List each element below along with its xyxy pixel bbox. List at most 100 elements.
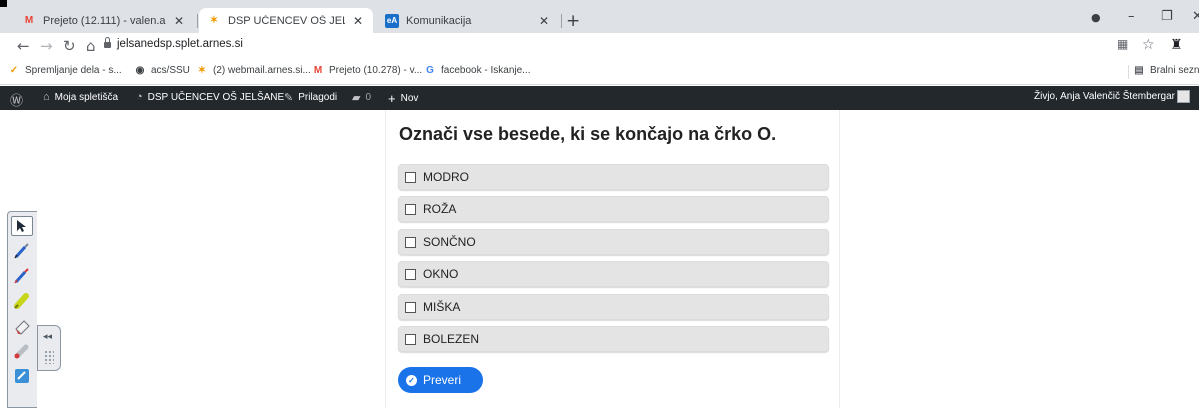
site-name-menu[interactable]: ◔ DSP UČENCEV OŠ JELŠANE [136,91,284,103]
bookmark-star-icon[interactable]: ☆ [1142,37,1155,53]
bookmark-item[interactable]: ◉ acs/SSU [134,65,190,76]
star-logo-icon: ✶ [209,15,219,26]
bookmark-item[interactable]: M Prejeto (10.278) - v... [312,65,422,76]
ea-logo-icon: eA [385,13,399,28]
check-circle-icon: ✓ [406,374,417,386]
qr-code-icon[interactable]: ▦ [1117,37,1128,51]
bookmark-label: (2) webmail.arnes.si... [213,65,311,76]
quiz-option-miska[interactable]: MIŠKA [398,294,829,320]
tab-title: Komunikacija [406,14,472,27]
bookmark-label: acs/SSU [151,65,190,76]
site-name-label: DSP UČENCEV OŠ JELŠANE [147,91,285,103]
quiz-question: Označi vse besede, ki se končajo na črko… [399,124,777,144]
my-sites-label: Moja spletišča [54,91,119,103]
tab-komunikacija[interactable]: eA Komunikacija ✕ [377,8,559,33]
tab-gmail[interactable]: M Prejeto (12.111) - valen.anja@gm ✕ [14,8,194,33]
checkmark-icon: ✓ [9,65,19,76]
quiz-option-soncno[interactable]: SONČNO [398,229,829,255]
reading-list-icon: ▤ [1134,65,1144,76]
gmail-icon: M [24,15,34,26]
brush-icon: ✎ [284,92,294,104]
minimize-icon[interactable]: – [1128,9,1135,24]
reading-list-button[interactable]: ▤ Bralni sezna [1133,65,1199,76]
magic-pen-tool-icon[interactable] [11,341,33,361]
new-label: Nov [400,93,419,104]
grip-icon [44,350,54,364]
tab-title: Prejeto (12.111) - valen.anja@gm [43,14,166,27]
extension-icon[interactable]: ♜ [1170,37,1183,53]
collapse-arrow-icon: ◂◂ [43,332,53,342]
back-icon[interactable]: ← [17,37,30,55]
lock-icon [104,37,111,49]
quiz-option-bolezen[interactable]: BOLEZEN [398,326,829,352]
account-menu[interactable]: Živjo, Anja Valenčič Štembergar [1034,91,1175,102]
google-icon: G [426,65,434,76]
quiz-option-roza[interactable]: ROŽA [398,196,829,222]
restore-icon[interactable]: ❐ [1161,9,1173,24]
reload-icon[interactable]: ↻ [63,37,76,55]
customize-label: Prilagodi [298,92,338,103]
globe-icon: ◉ [135,65,145,76]
window-close-icon[interactable]: ✕ [1192,9,1199,24]
my-sites-menu[interactable]: ⌂ Moja spletišča [43,91,118,103]
avatar[interactable] [1177,90,1190,103]
comment-icon: ▰ [352,92,361,104]
sites-icon: ⌂ [43,91,50,103]
forward-icon[interactable]: → [40,37,53,55]
profile-icon[interactable]: ● [1091,11,1101,24]
checkbox[interactable] [405,301,416,313]
quiz-option-okno[interactable]: OKNO [398,261,829,287]
dashboard-icon: ◔ [136,91,143,103]
notebook-tool-icon[interactable] [11,366,33,386]
address-field[interactable]: jelsanedsp.splet.arnes.si [117,38,243,50]
quiz-option-modro[interactable]: MODRO [398,164,829,190]
close-icon[interactable]: ✕ [172,14,186,28]
check-answers-button[interactable]: ✓ Preveri [398,367,483,393]
checkbox[interactable] [405,236,416,248]
palette-collapse-handle[interactable]: ◂◂ [37,325,61,371]
pen-blue-tool-icon[interactable] [11,241,33,261]
close-icon[interactable]: ✕ [537,14,551,28]
checkbox[interactable] [405,171,416,183]
tab-dsp[interactable]: ✶ DSP UČENCEV OŠ JELŠANE ✕ [199,8,373,33]
checkbox[interactable] [405,333,416,345]
option-label: ROŽA [423,202,457,216]
new-content-menu[interactable]: + Nov [388,91,418,106]
bookmark-label: Spremljanje dela - s... [25,65,122,76]
content-column [385,110,840,408]
customize-link[interactable]: ✎ Prilagodi [284,91,337,104]
tab-separator [197,14,198,28]
new-tab-button[interactable]: + [566,11,580,31]
wordpress-logo-icon[interactable]: Ⓦ [10,90,28,109]
pen-red-tool-icon[interactable] [11,266,33,286]
bookmark-item[interactable]: ✶ (2) webmail.arnes.si... [196,65,311,76]
wp-admin-bar: Ⓦ ⌂ Moja spletišča ◔ DSP UČENCEV OŠ JELŠ… [0,86,1199,110]
option-label: OKNO [423,267,459,281]
bookmarks-bar: ✓ Spremljanje dela - s... ◉ acs/SSU ✶ (2… [0,60,1199,85]
bookmark-item[interactable]: G facebook - Iskanje... [424,65,530,76]
highlighter-tool-icon[interactable] [11,291,33,311]
check-label: Preveri [423,373,462,387]
bookmark-separator [1128,65,1129,79]
bookmark-item[interactable]: ✓ Spremljanje dela - s... [8,65,122,76]
select-tool-icon[interactable] [11,216,33,236]
eraser-tool-icon[interactable] [11,316,33,336]
option-label: MIŠKA [423,300,461,314]
screen-corner [0,0,7,7]
screen-left-edge [0,211,7,408]
tab-strip: M Prejeto (12.111) - valen.anja@gm ✕ ✶ D… [0,0,1199,33]
option-label: MODRO [423,170,469,184]
gmail-icon: M [313,65,323,76]
reading-list-label: Bralni sezna [1150,65,1199,76]
plus-icon: + [388,91,396,106]
option-label: SONČNO [423,235,476,249]
comments-link[interactable]: ▰ 0 [352,91,371,104]
bookmark-label: Prejeto (10.278) - v... [329,65,423,76]
checkbox[interactable] [405,268,416,280]
close-icon[interactable]: ✕ [351,14,365,28]
home-icon[interactable]: ⌂ [86,37,96,55]
star-logo-icon: ✶ [197,65,207,76]
option-label: BOLEZEN [423,332,480,346]
greeting-label: Živjo, Anja Valenčič Štembergar [1034,91,1175,102]
checkbox[interactable] [405,203,416,215]
